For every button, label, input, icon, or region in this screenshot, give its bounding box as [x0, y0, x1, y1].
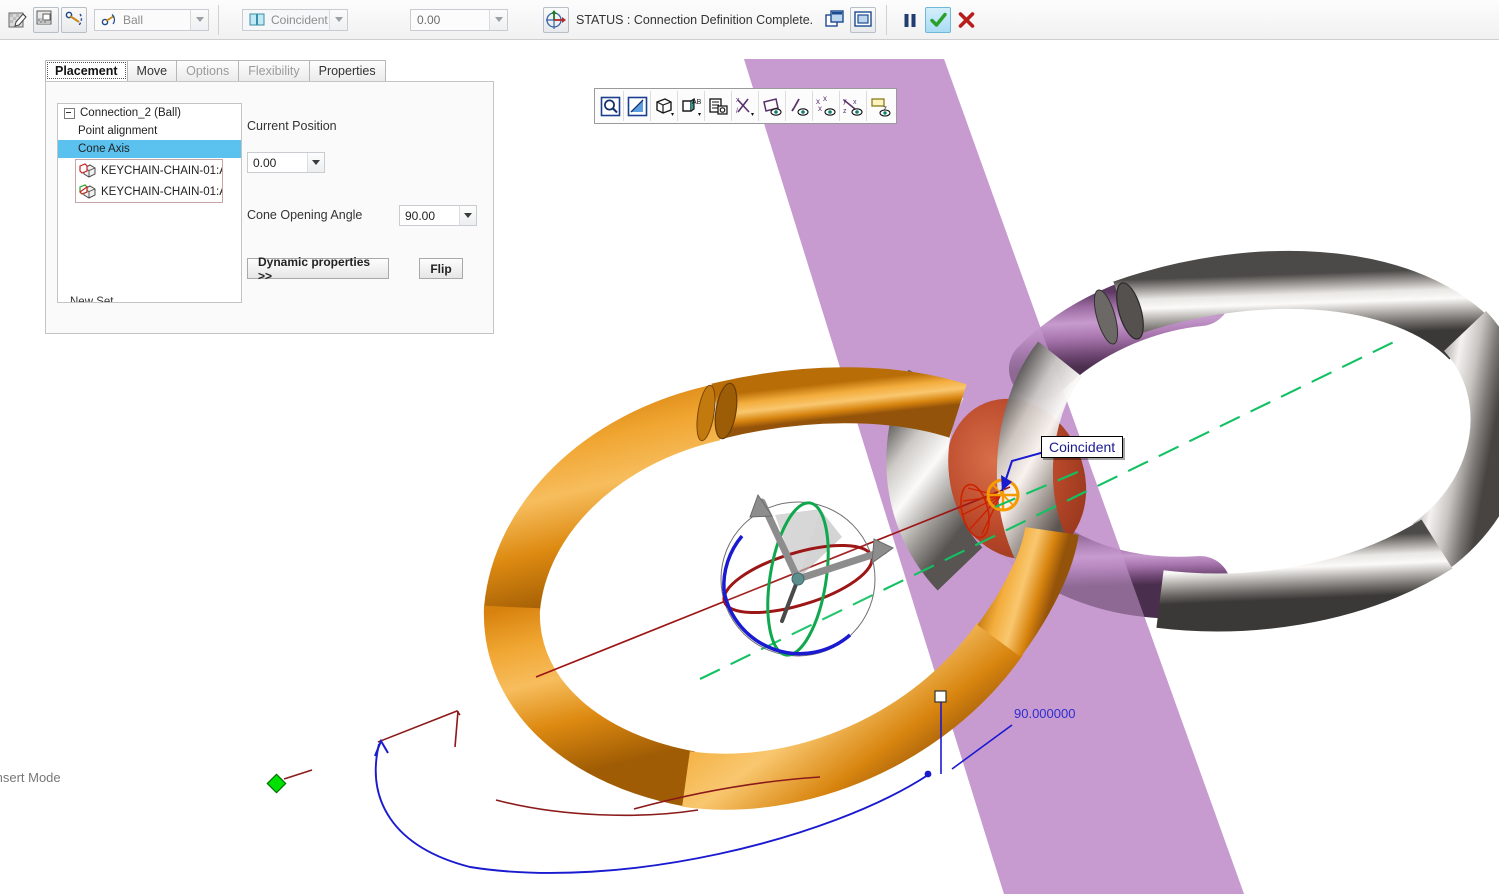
tree-root-connection[interactable]: Connection_2 (Ball): [58, 104, 241, 122]
zoom-in-icon[interactable]: [597, 91, 624, 121]
connection-type-combo[interactable]: Ball: [94, 8, 209, 31]
ring-orange-left: [484, 385, 721, 613]
tab-properties[interactable]: Properties: [308, 60, 386, 81]
current-position-field[interactable]: 0.00: [247, 152, 325, 173]
same-window-icon[interactable]: [850, 6, 877, 33]
display-style-icon[interactable]: [651, 91, 678, 121]
constraint-type-combo[interactable]: Coincident: [242, 8, 348, 31]
offset-value-dropdown-arrow[interactable]: [489, 9, 507, 30]
dynamic-properties-button[interactable]: Dynamic properties >>: [247, 255, 389, 283]
tree-root-label: Connection_2 (Ball): [80, 107, 182, 119]
graphics-toolbar[interactable]: AB x / x x x z x z: [594, 88, 897, 124]
dialog-tabs[interactable]: Placement Move Options Flexibility Prope…: [45, 60, 386, 81]
constraint-type-dropdown-arrow[interactable]: [329, 9, 347, 30]
tab-flexibility-label: Flexibility: [248, 64, 300, 78]
reference-label-1: KEYCHAIN-CHAIN-01:A_: [101, 164, 222, 177]
reference-row-1[interactable]: KEYCHAIN-CHAIN-01:A_: [76, 160, 222, 181]
placement-panel: Connection_2 (Ball) Point alignment Cone…: [45, 81, 494, 334]
pause-button[interactable]: [897, 7, 923, 33]
saved-orientations-icon[interactable]: [705, 91, 732, 121]
datum-axis-display-icon[interactable]: x /: [732, 91, 759, 121]
datum-plane-display-icon[interactable]: [759, 91, 786, 121]
annotation-display-icon[interactable]: AB: [678, 91, 705, 121]
tab-options[interactable]: Options: [176, 60, 240, 81]
tab-placement-label: Placement: [55, 64, 118, 78]
tree-item-point-alignment[interactable]: Point alignment: [58, 122, 241, 140]
coincident-icon: [249, 13, 265, 26]
refit-icon[interactable]: [624, 91, 651, 121]
tab-options-label: Options: [186, 64, 230, 78]
svg-text:x: x: [823, 96, 827, 103]
tab-move-label: Move: [136, 64, 168, 78]
flip-button[interactable]: Flip: [419, 258, 463, 279]
tab-flexibility[interactable]: Flexibility: [238, 60, 310, 81]
tab-properties-label: Properties: [318, 64, 376, 78]
toolbar-separator-2: [886, 4, 888, 35]
tree-item-point-alignment-label: Point alignment: [78, 125, 158, 137]
part-reference-icon: [79, 183, 97, 200]
svg-text:AB: AB: [692, 99, 702, 106]
coordinate-system-display-icon[interactable]: x x x: [813, 91, 840, 121]
status-message: STATUS : Connection Definition Complete.: [576, 12, 814, 27]
ring-silver-right: [1412, 311, 1499, 571]
cone-opening-angle-value: 90.00: [405, 208, 436, 223]
constraint-tag-coincident[interactable]: Coincident: [1041, 436, 1124, 458]
part-reference-icon: [79, 162, 97, 179]
tab-placement[interactable]: Placement: [45, 60, 128, 81]
cone-opening-angle-label: Cone Opening Angle: [247, 208, 363, 222]
tab-move[interactable]: Move: [126, 60, 178, 81]
ball-drag-handle[interactable]: [717, 493, 894, 659]
separate-window-icon[interactable]: [822, 7, 848, 33]
svg-text:/: /: [736, 108, 738, 115]
current-position-dropdown-arrow[interactable]: [307, 153, 324, 172]
angle-dimension-label[interactable]: 90.000000: [1014, 706, 1075, 721]
connection-tree[interactable]: Connection_2 (Ball) Point alignment Cone…: [57, 103, 242, 303]
connection-icon[interactable]: [61, 6, 87, 33]
svg-text:x: x: [853, 99, 857, 106]
datum-csys-display-icon[interactable]: y z x: [840, 91, 867, 121]
constraint-type-label: Coincident: [271, 12, 328, 27]
connection-command-bar[interactable]: Ball Coincident 0.00 STATUS: Connection…: [0, 0, 1499, 40]
datum-point-display-icon[interactable]: [786, 91, 813, 121]
svg-text:z: z: [843, 108, 847, 115]
insert-mode-label: Insert Mode: [0, 770, 61, 785]
connection-type-dropdown-arrow[interactable]: [190, 9, 208, 30]
reference-row-2[interactable]: KEYCHAIN-CHAIN-01:A_: [76, 181, 222, 202]
reference-list[interactable]: KEYCHAIN-CHAIN-01:A_ KEYCHAIN-CHAIN-01:A…: [75, 159, 223, 203]
current-position-label: Current Position: [247, 119, 337, 133]
svg-text:x: x: [818, 104, 822, 113]
ball-joint-icon: [101, 13, 117, 27]
ring-orange-bottom: [483, 605, 696, 807]
collapse-icon[interactable]: [64, 107, 75, 119]
cone-opening-angle-field[interactable]: 90.00: [399, 205, 477, 226]
offset-value-combo[interactable]: 0.00: [410, 8, 508, 31]
edit-definition-icon[interactable]: [5, 7, 31, 33]
ring-orange-top: [711, 367, 967, 439]
offset-value-text: 0.00: [417, 12, 441, 27]
tree-item-cone-axis-label: Cone Axis: [78, 143, 130, 155]
reference-label-2: KEYCHAIN-CHAIN-01:A_: [101, 185, 222, 198]
cone-opening-angle-dropdown-arrow[interactable]: [459, 206, 476, 225]
tree-item-cone-axis[interactable]: Cone Axis: [58, 140, 241, 158]
cancel-button[interactable]: [953, 7, 979, 33]
ring-orange-bottom-right: [682, 622, 1023, 810]
new-set-item[interactable]: New Set: [70, 296, 113, 302]
coordinate-system-icon[interactable]: [543, 6, 569, 33]
placement-icon[interactable]: [33, 6, 59, 33]
toolbar-separator-1: [218, 4, 219, 35]
annotation-plane-display-icon[interactable]: z: [867, 91, 894, 121]
connection-type-label: Ball: [123, 12, 144, 27]
accept-button[interactable]: [925, 6, 952, 33]
current-position-value: 0.00: [253, 155, 277, 170]
svg-text:x: x: [736, 97, 740, 104]
